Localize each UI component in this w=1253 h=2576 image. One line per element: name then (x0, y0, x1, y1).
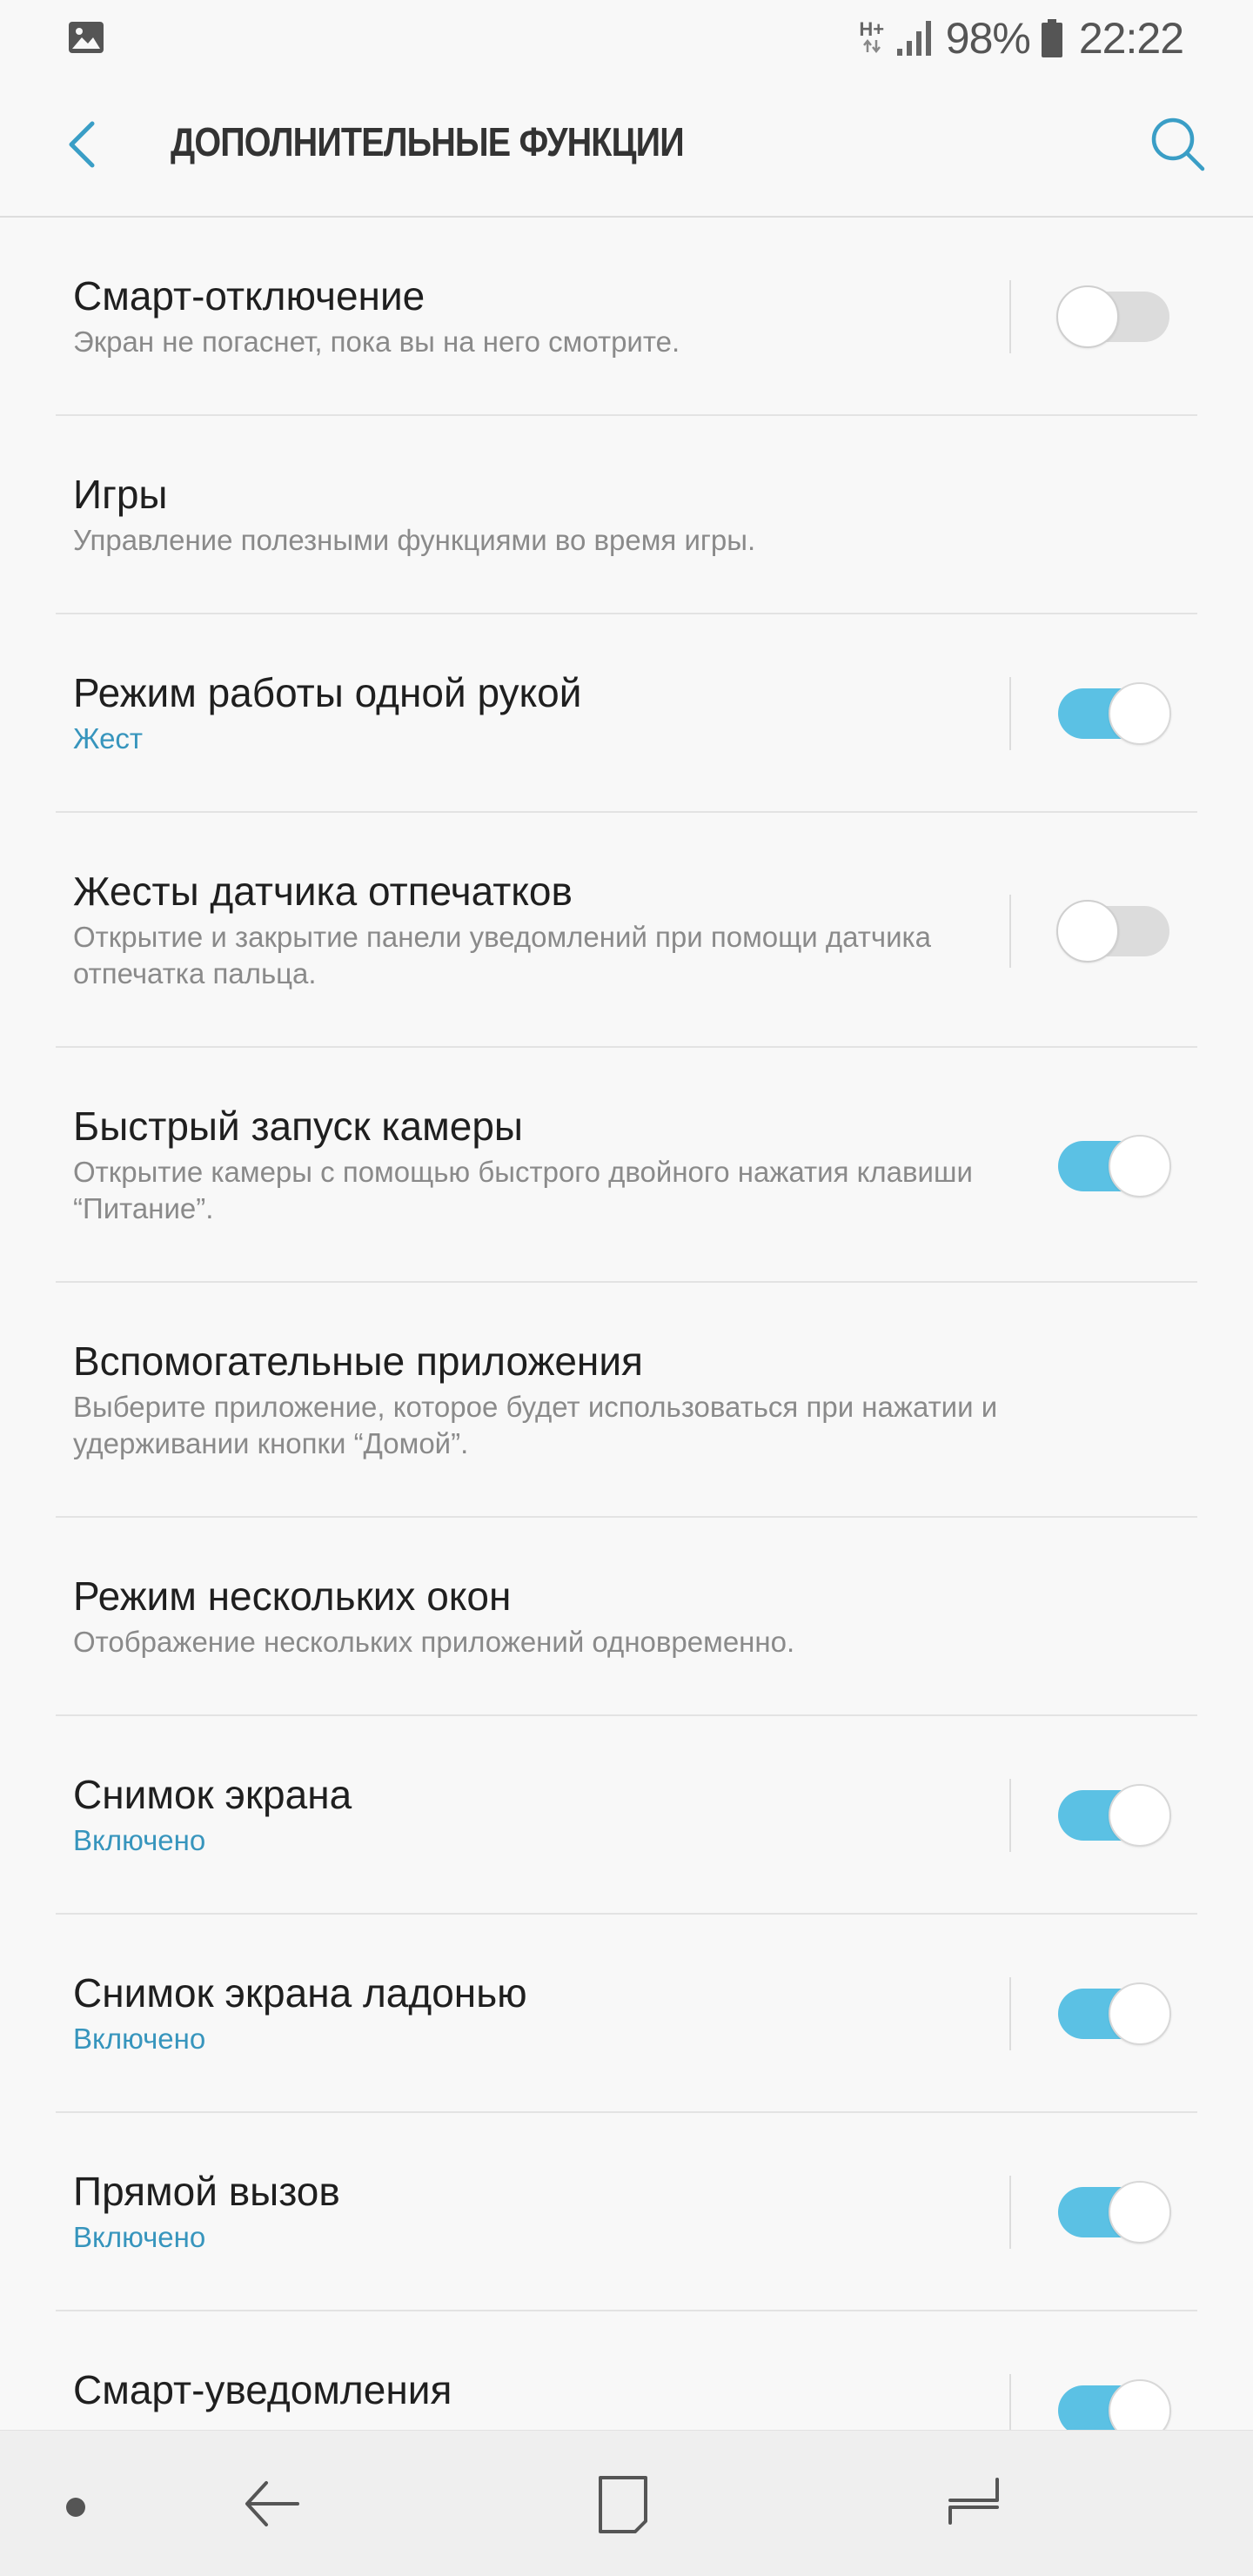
setting-subtitle: Открытие камеры с помощью быстрого двойн… (73, 1156, 973, 1224)
setting-title: Прямой вызов (73, 2169, 340, 2214)
setting-one-handed-mode[interactable]: Режим работы одной рукой Жест (0, 614, 1253, 813)
quick-launch-camera-toggle[interactable] (1056, 1135, 1171, 1197)
divider (1009, 2176, 1011, 2249)
setting-status: Включено (73, 2023, 206, 2055)
signal-strength-icon (896, 21, 931, 56)
page-title: ДОПОЛНИТЕЛЬНЫЕ ФУНКЦИИ (171, 119, 685, 164)
setting-status: Включено (73, 2221, 206, 2253)
setting-subtitle: Экран не погаснет, пока вы на него смотр… (73, 325, 680, 358)
setting-assistant-apps[interactable]: Вспомогательные приложения Выберите прил… (0, 1283, 1253, 1518)
toggle-knob (1109, 1135, 1171, 1197)
search-icon[interactable] (1142, 108, 1215, 181)
status-indicators: H+ 98% 22:22 (859, 12, 1184, 64)
toggle-knob (1056, 285, 1119, 348)
setting-direct-call[interactable]: Прямой вызов Включено (0, 2113, 1253, 2311)
setting-quick-launch-camera[interactable]: Быстрый запуск камеры Открытие камеры с … (0, 1048, 1253, 1283)
setting-title: Игры (73, 472, 168, 517)
divider (1009, 677, 1011, 750)
gallery-notification-icon (69, 22, 104, 53)
dot-icon[interactable] (66, 2498, 85, 2517)
fingerprint-gestures-toggle[interactable] (1056, 900, 1171, 963)
settings-list: Смарт-отключение Экран не погаснет, пока… (0, 218, 1253, 2510)
divider (1009, 895, 1011, 968)
setting-subtitle: Выберите приложение, которое будет испол… (73, 1391, 998, 1459)
setting-games[interactable]: Игры Управление полезными функциями во в… (0, 416, 1253, 614)
toggle-knob (1109, 2181, 1171, 2244)
network-type-label: H+ (859, 17, 885, 40)
setting-subtitle: Управление полезными функциями во время … (73, 524, 756, 556)
setting-subtitle: Открытие и закрытие панели уведомлений п… (73, 921, 932, 989)
setting-fingerprint-gestures[interactable]: Жесты датчика отпечатков Открытие и закр… (0, 813, 1253, 1048)
navigation-bar (0, 2430, 1253, 2576)
setting-smart-stay[interactable]: Смарт-отключение Экран не погаснет, пока… (0, 218, 1253, 416)
clock: 22:22 (1078, 14, 1184, 63)
screenshot-toggle[interactable] (1056, 1784, 1171, 1847)
toggle-knob (1056, 900, 1119, 963)
setting-status: Жест (73, 722, 144, 755)
battery-percent: 98% (945, 14, 1031, 63)
setting-title: Вспомогательные приложения (73, 1338, 643, 1384)
setting-title: Снимок экрана (73, 1772, 352, 1817)
setting-title: Смарт-отключение (73, 273, 425, 319)
recents-icon[interactable] (941, 2471, 1008, 2537)
setting-palm-swipe-capture[interactable]: Снимок экрана ладонью Включено (0, 1915, 1253, 2113)
setting-title: Режим нескольких окон (73, 1573, 512, 1619)
setting-screenshot[interactable]: Снимок экрана Включено (0, 1716, 1253, 1915)
setting-title: Режим работы одной рукой (73, 670, 582, 715)
back-arrow-icon[interactable] (240, 2472, 310, 2535)
app-bar: ДОПОЛНИТЕЛЬНЫЕ ФУНКЦИИ (0, 78, 1253, 218)
divider (1009, 1977, 1011, 2050)
setting-status: Включено (73, 1824, 206, 1856)
palm-swipe-toggle[interactable] (1056, 1982, 1171, 2045)
divider (1009, 280, 1011, 353)
setting-multi-window[interactable]: Режим нескольких окон Отображение нескол… (0, 1518, 1253, 1716)
network-type-indicator: H+ (859, 17, 885, 57)
back-arrow-icon[interactable] (52, 113, 115, 176)
toggle-knob (1109, 682, 1171, 745)
setting-title: Быстрый запуск камеры (73, 1104, 523, 1149)
smart-stay-toggle[interactable] (1056, 285, 1171, 348)
home-square-icon[interactable] (592, 2471, 658, 2537)
setting-title: Снимок экрана ладонью (73, 1970, 527, 2016)
one-handed-mode-toggle[interactable] (1056, 682, 1171, 745)
divider (1009, 1779, 1011, 1852)
direct-call-toggle[interactable] (1056, 2181, 1171, 2244)
setting-title: Жесты датчика отпечатков (73, 869, 573, 914)
setting-title: Смарт-уведомления (73, 2367, 452, 2412)
setting-subtitle: Отображение нескольких приложений одновр… (73, 1626, 795, 1658)
toggle-knob (1109, 1784, 1171, 1847)
toggle-knob (1109, 1982, 1171, 2045)
status-bar: H+ 98% 22:22 (0, 0, 1253, 78)
battery-icon (1041, 19, 1062, 57)
data-arrows-icon (862, 38, 881, 53)
